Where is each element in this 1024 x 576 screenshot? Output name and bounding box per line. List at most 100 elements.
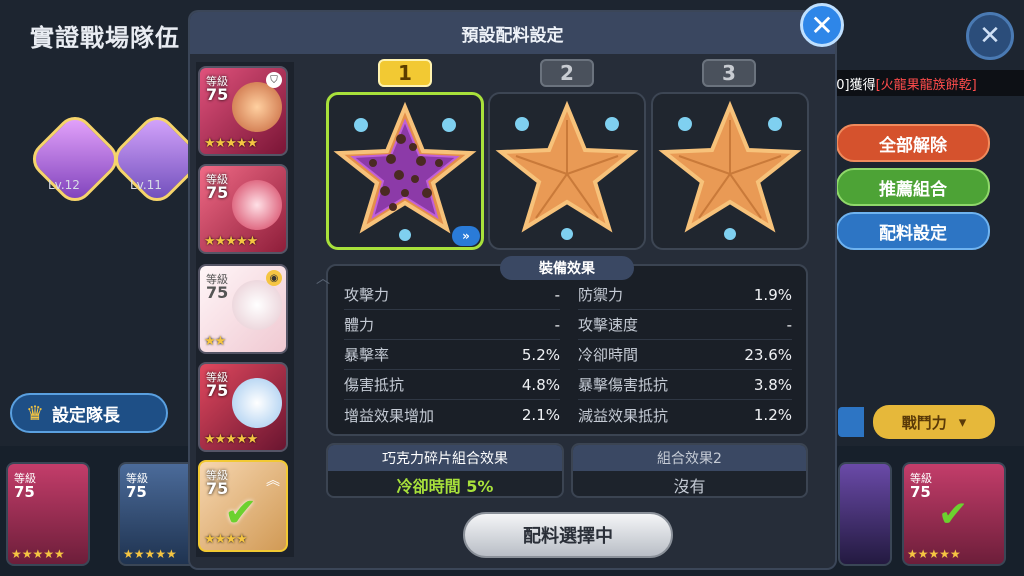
- set-leader-label: 設定隊長: [51, 405, 120, 426]
- background-close-button[interactable]: ✕: [966, 12, 1014, 60]
- stat-row: 冷卻時間 23.6%: [578, 340, 792, 370]
- cookie-level: 75: [206, 381, 229, 400]
- stat-row: 攻擊速度 -: [578, 310, 792, 340]
- cookie-card[interactable]: 等級 75 ★★★★★: [6, 462, 90, 566]
- stat-name: 冷卻時間: [578, 346, 639, 364]
- preset-tab-3[interactable]: 3: [702, 59, 756, 87]
- cookie-stars: ★★★★★: [123, 547, 177, 561]
- stat-name: 體力: [344, 316, 375, 334]
- stat-row: 體力 -: [344, 310, 560, 340]
- cookie-stars: ★★★★★: [907, 547, 961, 561]
- empty-star-board-icon: [495, 100, 639, 240]
- stat-value: 1.9%: [753, 285, 792, 304]
- stat-name: 暴擊傷害抵抗: [578, 376, 669, 394]
- close-icon[interactable]: ✕: [800, 3, 844, 47]
- combo-effect-1-title: 巧克力碎片組合效果: [328, 445, 562, 471]
- modal-title: 預設配料設定: [461, 25, 564, 46]
- cookie-slot-1[interactable]: ⛉ 等級 75 ★★★★★: [198, 66, 288, 156]
- chevron-up-icon: ︽: [266, 473, 280, 489]
- checkmark-icon: ✔: [938, 494, 969, 535]
- power-sort-button[interactable]: 戰鬥力 ▾: [873, 405, 995, 439]
- chevron-up-icon: ︿: [316, 271, 330, 287]
- cookie-stars: ★★★★★: [204, 234, 258, 249]
- effects-right-column: 防禦力 1.9% 攻擊速度 - 冷卻時間 23.6% 暴擊傷害抵抗 3.8% 減益效果抵…: [578, 280, 792, 430]
- cookie-level: 75: [206, 85, 229, 104]
- stat-value: 4.8%: [521, 375, 560, 394]
- combo-effect-1-value: 冷卻時間 5%: [396, 476, 494, 496]
- crown-icon: ♛: [26, 401, 44, 425]
- stat-name: 攻擊速度: [578, 316, 639, 334]
- cookie-stars: ★★: [204, 334, 226, 349]
- stat-row: 防禦力 1.9%: [578, 280, 792, 310]
- effects-title: 裝備效果: [500, 256, 634, 280]
- combo-effect-2-value: 沒有: [673, 476, 706, 496]
- team-title: 實證戰場隊伍: [30, 24, 180, 52]
- stat-row: 暴擊率 5.2%: [344, 340, 560, 370]
- cookie-stars: ★★★★: [204, 532, 248, 547]
- banner-item: [火龍果龍族餅乾]: [875, 77, 977, 93]
- set-leader-button[interactable]: ♛ 設定隊長: [10, 393, 168, 433]
- filled-star-board-icon: [333, 101, 477, 241]
- cookie-slot-5[interactable]: 等級 75 ︽ ✔ ★★★★: [198, 460, 288, 552]
- stat-row: 增益效果增加 2.1%: [344, 400, 560, 430]
- cookie-stars: ★★★★★: [204, 432, 258, 447]
- sort-button-edge[interactable]: [838, 407, 864, 437]
- cookie-stars: ★★★★★: [11, 547, 65, 561]
- effects-left-column: 攻擊力 - 體力 - 暴擊率 5.2% 傷害抵抗 4.8% 增益效果增加 2.1%: [344, 280, 560, 430]
- cookie-card[interactable]: 等級 75 ✔ ★★★★★: [902, 462, 1006, 566]
- preset-tab-2[interactable]: 2: [540, 59, 594, 87]
- empty-star-board-icon: [658, 100, 802, 240]
- preset-board-2[interactable]: [488, 92, 646, 250]
- stat-row: 攻擊力 -: [344, 280, 560, 310]
- expand-arrows-icon[interactable]: »: [452, 226, 480, 246]
- stat-name: 暴擊率: [344, 346, 390, 364]
- power-sort-label: 戰鬥力: [901, 413, 947, 432]
- cookie-portrait: [232, 82, 282, 132]
- unequip-all-button[interactable]: 全部解除: [836, 124, 990, 162]
- stat-value: 23.6%: [744, 345, 792, 364]
- stat-value: 3.8%: [753, 375, 792, 394]
- stat-value: -: [786, 315, 792, 334]
- stat-name: 減益效果抵抗: [578, 406, 669, 425]
- cookie-slot-2[interactable]: 等級 75 ★★★★★: [198, 164, 288, 254]
- preset-board-3[interactable]: [651, 92, 809, 250]
- combo-effect-2-title: 組合效果2: [573, 445, 806, 471]
- stat-name: 攻擊力: [344, 286, 390, 304]
- stat-value: 1.2%: [753, 406, 792, 424]
- pet-level: Lv.11: [130, 178, 162, 192]
- cookie-slot-4[interactable]: 等級 75 ★★★★★: [198, 362, 288, 452]
- cookie-stars: ★★★★★: [204, 136, 258, 151]
- cookie-level: 75: [910, 483, 931, 501]
- preset-tab-1[interactable]: 1: [378, 59, 432, 87]
- stat-value: 5.2%: [521, 345, 560, 364]
- stat-name: 防禦力: [578, 286, 624, 304]
- topping-select-button[interactable]: 配料選擇中: [463, 512, 673, 558]
- stat-value: 2.1%: [521, 406, 560, 424]
- checkmark-icon: ✔: [224, 490, 258, 536]
- cookie-portrait: [232, 180, 282, 230]
- pet-level: Lv.12: [48, 178, 80, 192]
- cookie-card[interactable]: [838, 462, 892, 566]
- combo-effect-1: 巧克力碎片組合效果 冷卻時間 5%: [326, 443, 564, 498]
- cookie-level: 75: [206, 283, 229, 302]
- combo-effect-2: 組合效果2 沒有: [571, 443, 808, 498]
- stat-value: -: [554, 285, 560, 304]
- cookie-portrait: [232, 378, 282, 428]
- cookie-slot-3[interactable]: ◉ 等級 75 ★★: [198, 264, 288, 354]
- stat-name: 傷害抵抗: [344, 376, 405, 394]
- eye-icon: ◉: [266, 270, 282, 286]
- recommend-button[interactable]: 推薦組合: [836, 168, 990, 206]
- stat-row: 傷害抵抗 4.8%: [344, 370, 560, 400]
- topping-settings-button[interactable]: 配料設定: [836, 212, 990, 250]
- shield-icon: ⛉: [266, 72, 282, 88]
- stat-value: -: [554, 315, 560, 334]
- pet-icon[interactable]: [25, 109, 125, 209]
- cookie-level: 75: [126, 483, 147, 501]
- cookie-level: 75: [14, 483, 35, 501]
- cookie-portrait: [232, 280, 282, 330]
- cookie-level: 75: [206, 183, 229, 202]
- stat-row: 暴擊傷害抵抗 3.8%: [578, 370, 792, 400]
- chevron-down-icon: ▾: [958, 413, 967, 431]
- stat-name: 增益效果增加: [344, 406, 435, 425]
- stat-row: 減益效果抵抗 1.2%: [578, 400, 792, 430]
